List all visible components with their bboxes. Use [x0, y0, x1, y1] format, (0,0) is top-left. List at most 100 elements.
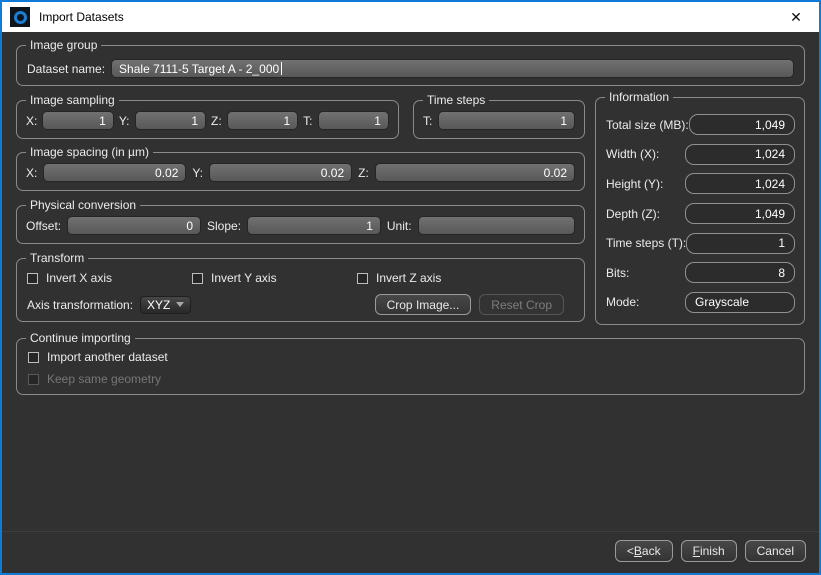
continue-importing-title: Continue importing	[26, 331, 135, 345]
dataset-name-input[interactable]: Shale 7111-5 Target A - 2_000	[111, 59, 794, 78]
cancel-button[interactable]: Cancel	[745, 540, 806, 562]
info-row-mode: Mode: Grayscale	[606, 287, 795, 317]
dialog-content: Image group Dataset name: Shale 7111-5 T…	[2, 32, 819, 573]
keep-same-geometry-label: Keep same geometry	[47, 372, 161, 386]
invert-y-label: Invert Y axis	[211, 271, 277, 285]
image-sampling-title: Image sampling	[26, 93, 119, 107]
finish-label-rest: inish	[700, 544, 725, 558]
app-logo-ring-icon	[14, 11, 27, 24]
axis-transformation-value: XYZ	[147, 298, 170, 312]
mode-value: Grayscale	[685, 292, 795, 313]
image-sampling-box: Image sampling X: 1 Y: 1 Z: 1 T: 1	[16, 100, 399, 139]
import-another-dataset-label: Import another dataset	[47, 350, 168, 364]
spacing-y-label: Y:	[192, 166, 203, 180]
finish-mnemonic: F	[693, 544, 700, 558]
total-size-label: Total size (MB):	[606, 118, 689, 132]
checkbox-icon	[27, 273, 38, 284]
footer-buttons: < Back Finish Cancel	[615, 540, 806, 562]
info-time-steps-label: Time steps (T):	[606, 236, 686, 250]
spacing-y-input[interactable]: 0.02	[209, 163, 352, 182]
info-time-steps-value: 1	[686, 233, 795, 254]
sampling-x-label: X:	[26, 114, 37, 128]
sampling-z-label: Z:	[211, 114, 222, 128]
import-another-dataset-checkbox[interactable]: Import another dataset	[28, 350, 168, 364]
dataset-name-label: Dataset name:	[27, 62, 105, 76]
slope-input[interactable]: 1	[247, 216, 381, 235]
width-label: Width (X):	[606, 147, 659, 161]
finish-button[interactable]: Finish	[681, 540, 737, 562]
info-row-time-steps: Time steps (T): 1	[606, 228, 795, 258]
back-label: <	[627, 544, 634, 558]
sampling-t-input[interactable]: 1	[318, 111, 389, 130]
width-value: 1,024	[685, 144, 795, 165]
height-value: 1,024	[685, 173, 795, 194]
spacing-z-label: Z:	[358, 166, 369, 180]
sampling-t-label: T:	[303, 114, 312, 128]
sampling-y-input[interactable]: 1	[135, 111, 206, 130]
depth-label: Depth (Z):	[606, 207, 660, 221]
chevron-down-icon	[176, 302, 184, 307]
spacing-x-label: X:	[26, 166, 37, 180]
checkbox-icon	[357, 273, 368, 284]
mode-label: Mode:	[606, 295, 639, 309]
image-group-box: Image group Dataset name: Shale 7111-5 T…	[16, 45, 805, 86]
physical-conversion-box: Physical conversion Offset: 0 Slope: 1 U…	[16, 205, 585, 244]
axis-transformation-label: Axis transformation:	[27, 298, 133, 312]
app-icon	[10, 7, 30, 27]
image-spacing-box: Image spacing (in µm) X: 0.02 Y: 0.02 Z:…	[16, 152, 585, 191]
offset-label: Offset:	[26, 219, 61, 233]
footer-separator	[2, 531, 819, 532]
time-steps-t-label: T:	[423, 114, 432, 128]
transform-title: Transform	[26, 251, 88, 265]
info-row-bits: Bits: 8	[606, 258, 795, 288]
height-label: Height (Y):	[606, 177, 663, 191]
time-steps-box: Time steps T: 1	[413, 100, 585, 139]
sampling-z-input[interactable]: 1	[227, 111, 298, 130]
information-title: Information	[605, 90, 673, 104]
sampling-x-input[interactable]: 1	[42, 111, 113, 130]
unit-input[interactable]	[418, 216, 575, 235]
import-datasets-dialog: Import Datasets ✕ Image group Dataset na…	[0, 0, 821, 575]
window-title: Import Datasets	[39, 10, 124, 24]
info-row-height: Height (Y): 1,024	[606, 169, 795, 199]
text-caret	[281, 62, 282, 75]
transform-box: Transform Invert X axis Invert Y axis In…	[16, 258, 585, 322]
checkbox-icon	[192, 273, 203, 284]
unit-label: Unit:	[387, 219, 412, 233]
invert-z-checkbox[interactable]: Invert Z axis	[357, 271, 441, 285]
spacing-z-input[interactable]: 0.02	[375, 163, 575, 182]
checkbox-icon	[28, 374, 39, 385]
reset-crop-button: Reset Crop	[479, 294, 564, 315]
information-box: Information Total size (MB): 1,049 Width…	[595, 97, 805, 325]
info-row-width: Width (X): 1,024	[606, 140, 795, 170]
invert-x-label: Invert X axis	[46, 271, 112, 285]
dataset-name-value: Shale 7111-5 Target A - 2_000	[119, 62, 279, 76]
invert-x-checkbox[interactable]: Invert X axis	[27, 271, 192, 285]
spacing-x-input[interactable]: 0.02	[43, 163, 186, 182]
sampling-y-label: Y:	[119, 114, 130, 128]
offset-input[interactable]: 0	[67, 216, 201, 235]
back-mnemonic: B	[634, 544, 642, 558]
physical-conversion-title: Physical conversion	[26, 198, 140, 212]
total-size-value: 1,049	[689, 114, 795, 135]
invert-z-label: Invert Z axis	[376, 271, 441, 285]
info-row-depth: Depth (Z): 1,049	[606, 199, 795, 229]
bits-label: Bits:	[606, 266, 629, 280]
title-bar[interactable]: Import Datasets ✕	[2, 2, 819, 32]
axis-transformation-dropdown[interactable]: XYZ	[140, 296, 191, 314]
checkbox-icon	[28, 352, 39, 363]
close-icon[interactable]: ✕	[773, 2, 819, 32]
keep-same-geometry-checkbox: Keep same geometry	[28, 372, 168, 386]
back-button[interactable]: < Back	[615, 540, 673, 562]
info-row-total-size: Total size (MB): 1,049	[606, 110, 795, 140]
crop-image-button[interactable]: Crop Image...	[375, 294, 472, 315]
image-group-title: Image group	[26, 38, 101, 52]
invert-y-checkbox[interactable]: Invert Y axis	[192, 271, 357, 285]
slope-label: Slope:	[207, 219, 241, 233]
time-steps-t-input[interactable]: 1	[438, 111, 575, 130]
bits-value: 8	[685, 262, 795, 283]
depth-value: 1,049	[685, 203, 795, 224]
image-spacing-title: Image spacing (in µm)	[26, 145, 153, 159]
continue-importing-box: Continue importing Import another datase…	[16, 338, 805, 395]
back-label-rest: ack	[642, 544, 661, 558]
